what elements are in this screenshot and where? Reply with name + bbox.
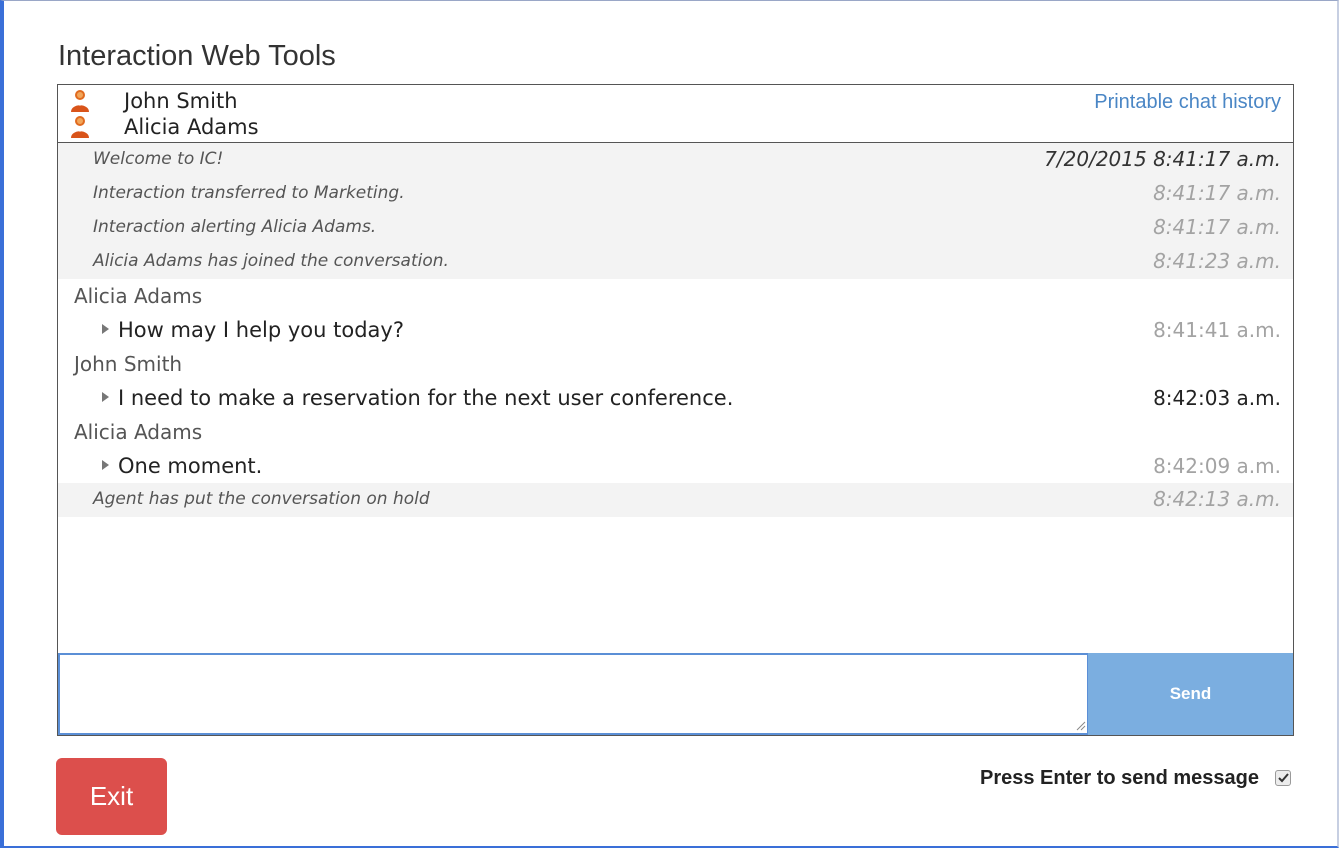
press-enter-option: Press Enter to send message (980, 766, 1291, 790)
participant-john-smith: John Smith (68, 89, 238, 113)
message-timestamp: 8:42:03 a.m. (1153, 386, 1281, 410)
message-timestamp: 8:42:09 a.m. (1153, 454, 1281, 478)
sender-name: John Smith (74, 352, 183, 376)
chat-message: I need to make a reservation for the nex… (58, 381, 1293, 415)
triangle-right-icon (102, 460, 109, 470)
message-timestamp: 8:41:17 a.m. (1153, 215, 1281, 239)
person-icon (68, 89, 92, 113)
message-input[interactable] (58, 653, 1088, 735)
app-title: Interaction Web Tools (58, 40, 336, 72)
send-button[interactable]: Send (1088, 653, 1293, 735)
system-message: Interaction transferred to Marketing. 8:… (58, 177, 1293, 211)
system-message-text: Interaction alerting Alicia Adams. (93, 217, 377, 237)
message-timestamp: 8:41:41 a.m. (1153, 318, 1281, 342)
chat-message-text: I need to make a reservation for the nex… (118, 386, 734, 410)
sender-name-row: Alicia Adams (58, 415, 1293, 449)
press-enter-checkbox[interactable] (1275, 770, 1291, 786)
sender-name-row: John Smith (58, 347, 1293, 381)
message-composer: Send (58, 653, 1293, 735)
chat-panel: John Smith Alicia Adams Printable chat h… (57, 84, 1294, 736)
message-timestamp: 8:42:13 a.m. (1153, 487, 1281, 511)
system-message: Interaction alerting Alicia Adams. 8:41:… (58, 211, 1293, 245)
resize-grip-icon[interactable] (1074, 719, 1086, 731)
exit-button[interactable]: Exit (56, 758, 167, 835)
triangle-right-icon (102, 324, 109, 334)
press-enter-label: Press Enter to send message (979, 766, 1259, 789)
chat-message: How may I help you today? 8:41:41 a.m. (58, 313, 1293, 347)
participant-name: John Smith (124, 89, 238, 113)
system-message: Agent has put the conversation on hold 8… (58, 483, 1293, 517)
sender-name: Alicia Adams (74, 284, 203, 308)
participants-header: John Smith Alicia Adams Printable chat h… (58, 85, 1293, 143)
system-message-text: Agent has put the conversation on hold (93, 489, 430, 509)
system-message-text: Welcome to IC! (93, 149, 224, 169)
participant-alicia-adams: Alicia Adams (68, 115, 259, 139)
message-timestamp: 7/20/2015 8:41:17 a.m. (1044, 147, 1281, 171)
system-message: Alicia Adams has joined the conversation… (58, 245, 1293, 279)
checkmark-icon (1278, 773, 1289, 783)
chat-transcript[interactable]: Welcome to IC! 7/20/2015 8:41:17 a.m. In… (58, 143, 1293, 517)
participant-name: Alicia Adams (124, 115, 259, 139)
system-message-text: Alicia Adams has joined the conversation… (93, 251, 449, 271)
sender-name-row: Alicia Adams (58, 279, 1293, 313)
chat-message: One moment. 8:42:09 a.m. (58, 449, 1293, 483)
chat-message-text: One moment. (118, 454, 263, 478)
chat-message-text: How may I help you today? (118, 318, 404, 342)
system-message-text: Interaction transferred to Marketing. (93, 183, 405, 203)
person-icon (68, 115, 92, 139)
message-timestamp: 8:41:17 a.m. (1153, 181, 1281, 205)
message-timestamp: 8:41:23 a.m. (1153, 249, 1281, 273)
sender-name: Alicia Adams (74, 420, 203, 444)
triangle-right-icon (102, 392, 109, 402)
printable-chat-history-link[interactable]: Printable chat history (1094, 91, 1281, 114)
system-message: Welcome to IC! 7/20/2015 8:41:17 a.m. (58, 143, 1293, 177)
